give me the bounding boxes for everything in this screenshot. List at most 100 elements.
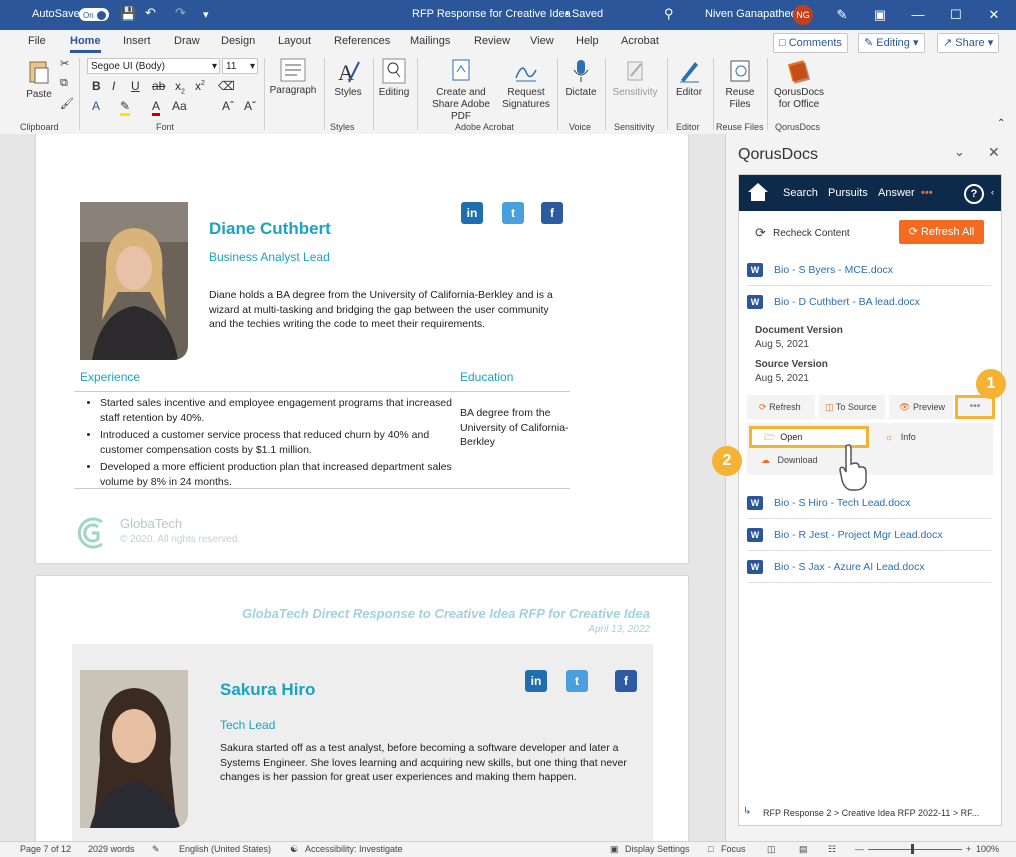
doc-item[interactable]: W Bio - S Jax - Azure AI Lead.docx [747,552,991,583]
nav-more-icon[interactable]: ••• [921,187,933,199]
twitter-icon[interactable]: t [502,202,524,224]
display-settings[interactable]: Display Settings [625,844,690,854]
linkedin-icon[interactable]: in [461,202,483,224]
recheck-icon[interactable]: ⟳ [755,225,766,241]
read-mode-icon[interactable]: ◫ [767,844,776,855]
editor-button[interactable]: Editor [670,58,708,99]
cut-icon[interactable]: ✂ [60,57,69,70]
comments-button[interactable]: □ Comments [773,33,848,53]
font-name-select[interactable]: Segoe UI (Body) ▾ [87,58,220,74]
sensitivity-button[interactable]: Sensitivity [608,58,662,99]
highlight-icon[interactable]: ✎ [120,99,131,116]
tab-view[interactable]: View [530,35,554,47]
clear-format-icon[interactable]: ⌫ [218,79,235,93]
recheck-content[interactable]: Recheck Content [773,228,850,239]
nav-pursuits[interactable]: Pursuits [828,187,868,199]
qorusdocs-button[interactable]: QorusDocs for Office [770,58,828,111]
help-icon[interactable]: ? [964,184,984,204]
language[interactable]: English (United States) [179,844,271,854]
refresh-all-button[interactable]: ⟳ Refresh All [899,220,984,244]
nav-search[interactable]: Search [783,187,818,199]
paste-button[interactable]: Paste [22,58,56,101]
home-icon[interactable] [747,182,769,202]
pen-icon[interactable]: ✎ [828,4,856,26]
change-case-icon[interactable]: Aa [172,99,187,113]
editing-mode-button[interactable]: ✎ Editing ▾ [858,33,925,53]
tab-file[interactable]: File [28,35,46,47]
save-status[interactable]: • Saved [565,8,603,20]
print-layout-icon[interactable]: ▤ [799,844,808,855]
bold-icon[interactable]: B [92,79,101,93]
autosave-toggle[interactable]: On [79,8,109,21]
collapse-ribbon-icon[interactable]: ⌃ [997,118,1005,129]
web-layout-icon[interactable]: ☷ [828,844,836,855]
editing-button[interactable]: Editing [376,58,412,99]
superscript-icon[interactable]: x2 [195,79,205,93]
tab-draw[interactable]: Draw [174,35,200,47]
tab-acrobat[interactable]: Acrobat [621,35,659,47]
zoom-slider[interactable] [868,849,962,850]
avatar[interactable]: NG [793,5,813,25]
customize-qat-icon[interactable]: ▾ [203,8,209,21]
styles-button[interactable]: A Styles [330,58,366,99]
to-source-action[interactable]: ◫ To Source [819,395,885,419]
share-button[interactable]: ↗ Share ▾ [937,33,1000,53]
save-icon[interactable]: 💾 [120,6,136,22]
nav-answer[interactable]: Answer [878,187,915,199]
reuse-files-button[interactable]: Reuse Files [718,58,762,111]
copy-icon[interactable]: ⧉ [60,77,68,90]
italic-icon[interactable]: I [112,79,115,93]
info-menu-item[interactable]: ☼ Info [885,432,916,442]
zoom-slider-thumb[interactable] [911,844,914,854]
breadcrumb[interactable]: RFP Response 2 > Creative Idea RFP 2022-… [763,808,979,818]
tab-design[interactable]: Design [221,35,255,47]
facebook-icon[interactable]: f [615,670,637,692]
document-canvas[interactable]: Diane Cuthbert Business Analyst Lead Dia… [0,134,725,841]
chevron-left-icon[interactable]: ‹ [991,187,994,197]
facebook-icon[interactable]: f [541,202,563,224]
format-painter-icon[interactable]: 🖌 [60,97,74,110]
zoom-in-icon[interactable]: + [966,844,971,854]
undo-icon[interactable]: ↶ [145,5,156,21]
underline-icon[interactable]: U [131,79,140,93]
tab-mailings[interactable]: Mailings [410,35,450,47]
doc-item-selected[interactable]: W Bio - D Cuthbert - BA lead.docx [747,287,991,317]
document-title[interactable]: RFP Response for Creative Idea [412,8,571,20]
maximize-icon[interactable]: ☐ [942,4,970,26]
pane-close-icon[interactable]: ✕ [988,144,1000,161]
proofing-icon[interactable]: ✎ [152,844,160,855]
preview-action[interactable]: 👁 Preview [889,395,953,419]
tab-home[interactable]: Home [70,35,101,53]
close-icon[interactable]: ✕ [980,4,1008,26]
create-share-pdf-button[interactable]: Create and Share Adobe PDF [422,58,500,123]
doc-item[interactable]: W Bio - S Hiro - Tech Lead.docx [747,488,991,519]
doc-item[interactable]: W Bio - R Jest - Project Mgr Lead.docx [747,520,991,551]
dictate-button[interactable]: Dictate [562,58,600,99]
paragraph-button[interactable]: Paragraph [268,58,318,97]
linkedin-icon[interactable]: in [525,670,547,692]
shrink-font-icon[interactable]: Aˇ [244,99,256,113]
search-icon[interactable]: ⚲ [664,6,674,22]
pane-options-icon[interactable]: ⌄ [954,144,965,160]
tab-help[interactable]: Help [576,35,599,47]
document-page-2[interactable]: GlobaTech Direct Response to Creative Id… [36,576,688,841]
text-effects-icon[interactable]: A [92,99,100,113]
minimize-icon[interactable]: — [904,4,932,26]
tab-insert[interactable]: Insert [123,35,151,47]
tab-review[interactable]: Review [474,35,510,47]
page-count[interactable]: Page 7 of 12 [20,844,71,854]
refresh-action[interactable]: ⟳ Refresh [747,395,815,419]
document-page-1[interactable]: Diane Cuthbert Business Analyst Lead Dia… [36,134,688,563]
user-name[interactable]: Niven Ganapathee [705,8,797,20]
zoom-out-icon[interactable]: — [855,844,864,854]
accessibility-icon[interactable]: ☯ [290,844,298,855]
display-settings-icon[interactable]: ▣ [610,844,619,855]
font-color-icon[interactable]: A [152,99,161,116]
accessibility[interactable]: Accessibility: Investigate [305,844,403,854]
twitter-icon[interactable]: t [566,670,588,692]
download-menu-item[interactable]: ☁ Download [761,455,818,466]
ribbon-display-icon[interactable]: ▣ [866,4,894,26]
font-size-select[interactable]: 11 ▾ [222,58,258,74]
tab-references[interactable]: References [334,35,390,47]
redo-icon[interactable]: ↷ [175,5,186,21]
